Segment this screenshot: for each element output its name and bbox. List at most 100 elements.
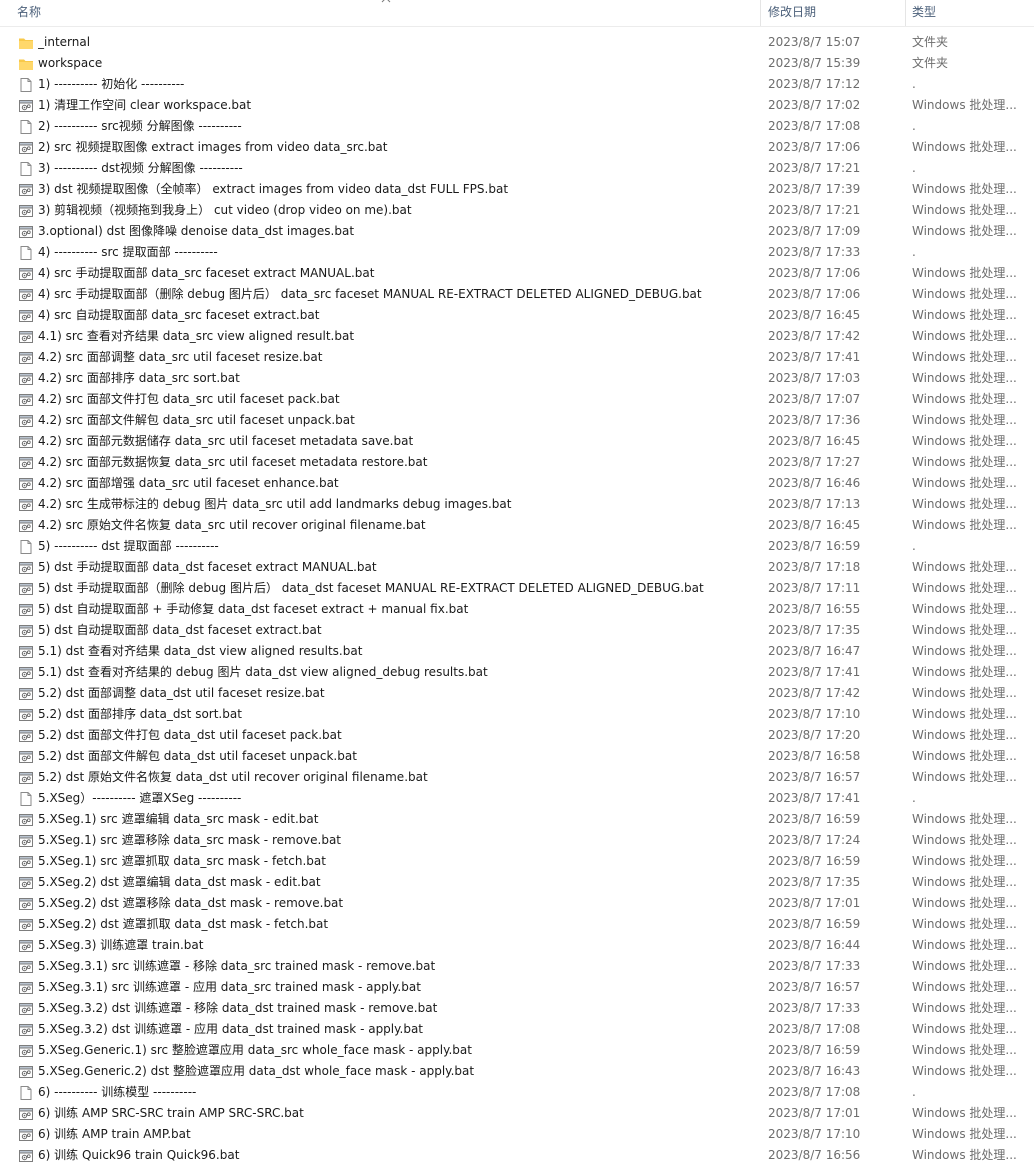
file-row[interactable]: 5) dst 手动提取面部（删除 debug 图片后） data_dst fac…	[0, 578, 1034, 599]
file-row[interactable]: 4.2) src 面部文件解包 data_src util faceset un…	[0, 410, 1034, 431]
sort-ascending-icon[interactable]	[381, 0, 391, 4]
file-name[interactable]: 5) ---------- dst 提取面部 ----------	[38, 536, 758, 557]
file-row[interactable]: 1) 清理工作空间 clear workspace.bat 2023/8/7 17…	[0, 95, 1034, 116]
file-name[interactable]: 4.2) src 面部调整 data_src util faceset resi…	[38, 347, 758, 368]
file-name[interactable]: 2) src 视频提取图像 extract images from video …	[38, 137, 758, 158]
file-name[interactable]: 4) src 自动提取面部 data_src faceset extract.b…	[38, 305, 758, 326]
file-row[interactable]: 5.2) dst 面部排序 data_dst sort.bat 2023/8/7 …	[0, 704, 1034, 725]
file-row[interactable]: 4.2) src 面部元数据恢复 data_src util faceset m…	[0, 452, 1034, 473]
file-row[interactable]: 4) src 手动提取面部 data_src faceset extract M…	[0, 263, 1034, 284]
file-name[interactable]: 4.2) src 面部元数据恢复 data_src util faceset m…	[38, 452, 758, 473]
file-name[interactable]: 5.2) dst 面部文件打包 data_dst util faceset pa…	[38, 725, 758, 746]
file-row[interactable]: 5.XSeg.3) 训练遮罩 train.bat 2023/8/7 16:44 Wi…	[0, 935, 1034, 956]
file-row[interactable]: 5.XSeg.Generic.1) src 整脸遮罩应用 data_src wh…	[0, 1040, 1034, 1061]
file-name[interactable]: 4.2) src 生成带标注的 debug 图片 data_src util a…	[38, 494, 758, 515]
file-row[interactable]: 5) ---------- dst 提取面部 ---------- 2023/8/…	[0, 536, 1034, 557]
file-row[interactable]: 2) ---------- src视频 分解图像 ---------- 2023/…	[0, 116, 1034, 137]
file-name[interactable]: 4.2) src 面部文件打包 data_src util faceset pa…	[38, 389, 758, 410]
file-row[interactable]: 3) ---------- dst视频 分解图像 ---------- 2023/…	[0, 158, 1034, 179]
file-row[interactable]: 1) ---------- 初始化 ---------- 2023/8/7 17:…	[0, 74, 1034, 95]
file-row[interactable]: 5.XSeg.1) src 遮罩移除 data_src mask - remov…	[0, 830, 1034, 851]
file-name[interactable]: 5.XSeg.2) dst 遮罩抓取 data_dst mask - fetch…	[38, 914, 758, 935]
file-row[interactable]: 5.XSeg.2) dst 遮罩编辑 data_dst mask - edit.…	[0, 872, 1034, 893]
file-row[interactable]: 5.XSeg.3.1) src 训练遮罩 - 移除 data_src train…	[0, 956, 1034, 977]
file-row[interactable]: 4.2) src 面部增强 data_src util faceset enha…	[0, 473, 1034, 494]
file-name[interactable]: 3) ---------- dst视频 分解图像 ----------	[38, 158, 758, 179]
file-row[interactable]: 4.2) src 面部文件打包 data_src util faceset pa…	[0, 389, 1034, 410]
file-name[interactable]: 5.XSeg.2) dst 遮罩编辑 data_dst mask - edit.…	[38, 872, 758, 893]
file-name[interactable]: 6) 训练 AMP train AMP.bat	[38, 1124, 758, 1145]
file-row[interactable]: 5.XSeg.3.2) dst 训练遮罩 - 应用 data_dst train…	[0, 1019, 1034, 1040]
file-name[interactable]: 3.optional) dst 图像降噪 denoise data_dst im…	[38, 221, 758, 242]
file-name[interactable]: _internal	[38, 32, 758, 53]
file-row[interactable]: 4.1) src 查看对齐结果 data_src view aligned re…	[0, 326, 1034, 347]
column-divider[interactable]	[905, 0, 906, 26]
file-row[interactable]: 5.1) dst 查看对齐结果的 debug 图片 data_dst view …	[0, 662, 1034, 683]
file-row[interactable]: 4) src 手动提取面部（删除 debug 图片后） data_src fac…	[0, 284, 1034, 305]
file-row[interactable]: workspace 2023/8/7 15:39 文件夹	[0, 53, 1034, 74]
file-name[interactable]: 5.XSeg）---------- 遮罩XSeg ----------	[38, 788, 758, 809]
file-name[interactable]: 5.XSeg.1) src 遮罩编辑 data_src mask - edit.…	[38, 809, 758, 830]
file-row[interactable]: 3.optional) dst 图像降噪 denoise data_dst im…	[0, 221, 1034, 242]
file-name[interactable]: 5.XSeg.1) src 遮罩移除 data_src mask - remov…	[38, 830, 758, 851]
file-row[interactable]: 5.2) dst 原始文件名恢复 data_dst util recover o…	[0, 767, 1034, 788]
file-row[interactable]: 6) 训练 AMP SRC-SRC train AMP SRC-SRC.bat 2…	[0, 1103, 1034, 1124]
file-name[interactable]: 5.2) dst 面部排序 data_dst sort.bat	[38, 704, 758, 725]
file-name[interactable]: 5.XSeg.Generic.2) dst 整脸遮罩应用 data_dst wh…	[38, 1061, 758, 1082]
file-row[interactable]: 5) dst 手动提取面部 data_dst faceset extract M…	[0, 557, 1034, 578]
file-name[interactable]: 3) 剪辑视频（视频拖到我身上） cut video (drop video o…	[38, 200, 758, 221]
file-row[interactable]: 6) ---------- 训练模型 ---------- 2023/8/7 17…	[0, 1082, 1034, 1103]
file-name[interactable]: 4) src 手动提取面部 data_src faceset extract M…	[38, 263, 758, 284]
file-name[interactable]: 5.1) dst 查看对齐结果的 debug 图片 data_dst view …	[38, 662, 758, 683]
file-name[interactable]: 5) dst 手动提取面部（删除 debug 图片后） data_dst fac…	[38, 578, 758, 599]
file-name[interactable]: 5.XSeg.3.1) src 训练遮罩 - 应用 data_src train…	[38, 977, 758, 998]
file-row[interactable]: 4.2) src 面部元数据储存 data_src util faceset m…	[0, 431, 1034, 452]
file-row[interactable]: 3) dst 视频提取图像（全帧率） extract images from v…	[0, 179, 1034, 200]
file-name[interactable]: 5.2) dst 面部调整 data_dst util faceset resi…	[38, 683, 758, 704]
file-row[interactable]: 5.XSeg）---------- 遮罩XSeg ---------- 2023/…	[0, 788, 1034, 809]
file-row[interactable]: _internal 2023/8/7 15:07 文件夹	[0, 32, 1034, 53]
file-name[interactable]: 6) 训练 Quick96 train Quick96.bat	[38, 1145, 758, 1166]
file-name[interactable]: 2) ---------- src视频 分解图像 ----------	[38, 116, 758, 137]
file-name[interactable]: 5) dst 自动提取面部 data_dst faceset extract.b…	[38, 620, 758, 641]
file-name[interactable]: 4.2) src 面部排序 data_src sort.bat	[38, 368, 758, 389]
file-row[interactable]: 5.2) dst 面部文件解包 data_dst util faceset un…	[0, 746, 1034, 767]
file-row[interactable]: 5) dst 自动提取面部 + 手动修复 data_dst faceset ex…	[0, 599, 1034, 620]
file-row[interactable]: 5.XSeg.3.2) dst 训练遮罩 - 移除 data_dst train…	[0, 998, 1034, 1019]
file-row[interactable]: 5) dst 自动提取面部 data_dst faceset extract.b…	[0, 620, 1034, 641]
file-name[interactable]: 4.1) src 查看对齐结果 data_src view aligned re…	[38, 326, 758, 347]
file-name[interactable]: 5.XSeg.3.2) dst 训练遮罩 - 应用 data_dst train…	[38, 1019, 758, 1040]
file-name[interactable]: 5.XSeg.3.2) dst 训练遮罩 - 移除 data_dst train…	[38, 998, 758, 1019]
file-row[interactable]: 5.XSeg.1) src 遮罩抓取 data_src mask - fetch…	[0, 851, 1034, 872]
file-row[interactable]: 6) 训练 Quick96 train Quick96.bat 2023/8/7 …	[0, 1145, 1034, 1166]
file-name[interactable]: 4.2) src 原始文件名恢复 data_src util recover o…	[38, 515, 758, 536]
file-name[interactable]: 5.XSeg.Generic.1) src 整脸遮罩应用 data_src wh…	[38, 1040, 758, 1061]
file-name[interactable]: 5.XSeg.3.1) src 训练遮罩 - 移除 data_src train…	[38, 956, 758, 977]
file-name[interactable]: 5.XSeg.2) dst 遮罩移除 data_dst mask - remov…	[38, 893, 758, 914]
file-name[interactable]: 4) ---------- src 提取面部 ----------	[38, 242, 758, 263]
file-row[interactable]: 5.XSeg.3.1) src 训练遮罩 - 应用 data_src train…	[0, 977, 1034, 998]
file-name[interactable]: workspace	[38, 53, 758, 74]
file-name[interactable]: 5) dst 自动提取面部 + 手动修复 data_dst faceset ex…	[38, 599, 758, 620]
file-name[interactable]: 5.XSeg.3) 训练遮罩 train.bat	[38, 935, 758, 956]
file-row[interactable]: 5.XSeg.2) dst 遮罩抓取 data_dst mask - fetch…	[0, 914, 1034, 935]
file-row[interactable]: 4.2) src 面部调整 data_src util faceset resi…	[0, 347, 1034, 368]
column-header-name[interactable]: 名称	[17, 0, 41, 26]
file-name[interactable]: 1) 清理工作空间 clear workspace.bat	[38, 95, 758, 116]
column-header-type[interactable]: 类型	[912, 0, 936, 26]
file-row[interactable]: 3) 剪辑视频（视频拖到我身上） cut video (drop video o…	[0, 200, 1034, 221]
file-row[interactable]: 2) src 视频提取图像 extract images from video …	[0, 137, 1034, 158]
file-row[interactable]: 5.2) dst 面部调整 data_dst util faceset resi…	[0, 683, 1034, 704]
file-row[interactable]: 4.2) src 面部排序 data_src sort.bat 2023/8/7 …	[0, 368, 1034, 389]
file-row[interactable]: 5.2) dst 面部文件打包 data_dst util faceset pa…	[0, 725, 1034, 746]
file-name[interactable]: 4.2) src 面部元数据储存 data_src util faceset m…	[38, 431, 758, 452]
file-name[interactable]: 5.1) dst 查看对齐结果 data_dst view aligned re…	[38, 641, 758, 662]
file-row[interactable]: 4) ---------- src 提取面部 ---------- 2023/8/…	[0, 242, 1034, 263]
file-name[interactable]: 6) 训练 AMP SRC-SRC train AMP SRC-SRC.bat	[38, 1103, 758, 1124]
file-name[interactable]: 4.2) src 面部增强 data_src util faceset enha…	[38, 473, 758, 494]
file-name[interactable]: 5.2) dst 面部文件解包 data_dst util faceset un…	[38, 746, 758, 767]
file-name[interactable]: 5) dst 手动提取面部 data_dst faceset extract M…	[38, 557, 758, 578]
file-row[interactable]: 5.1) dst 查看对齐结果 data_dst view aligned re…	[0, 641, 1034, 662]
file-row[interactable]: 5.XSeg.2) dst 遮罩移除 data_dst mask - remov…	[0, 893, 1034, 914]
file-row[interactable]: 4.2) src 原始文件名恢复 data_src util recover o…	[0, 515, 1034, 536]
